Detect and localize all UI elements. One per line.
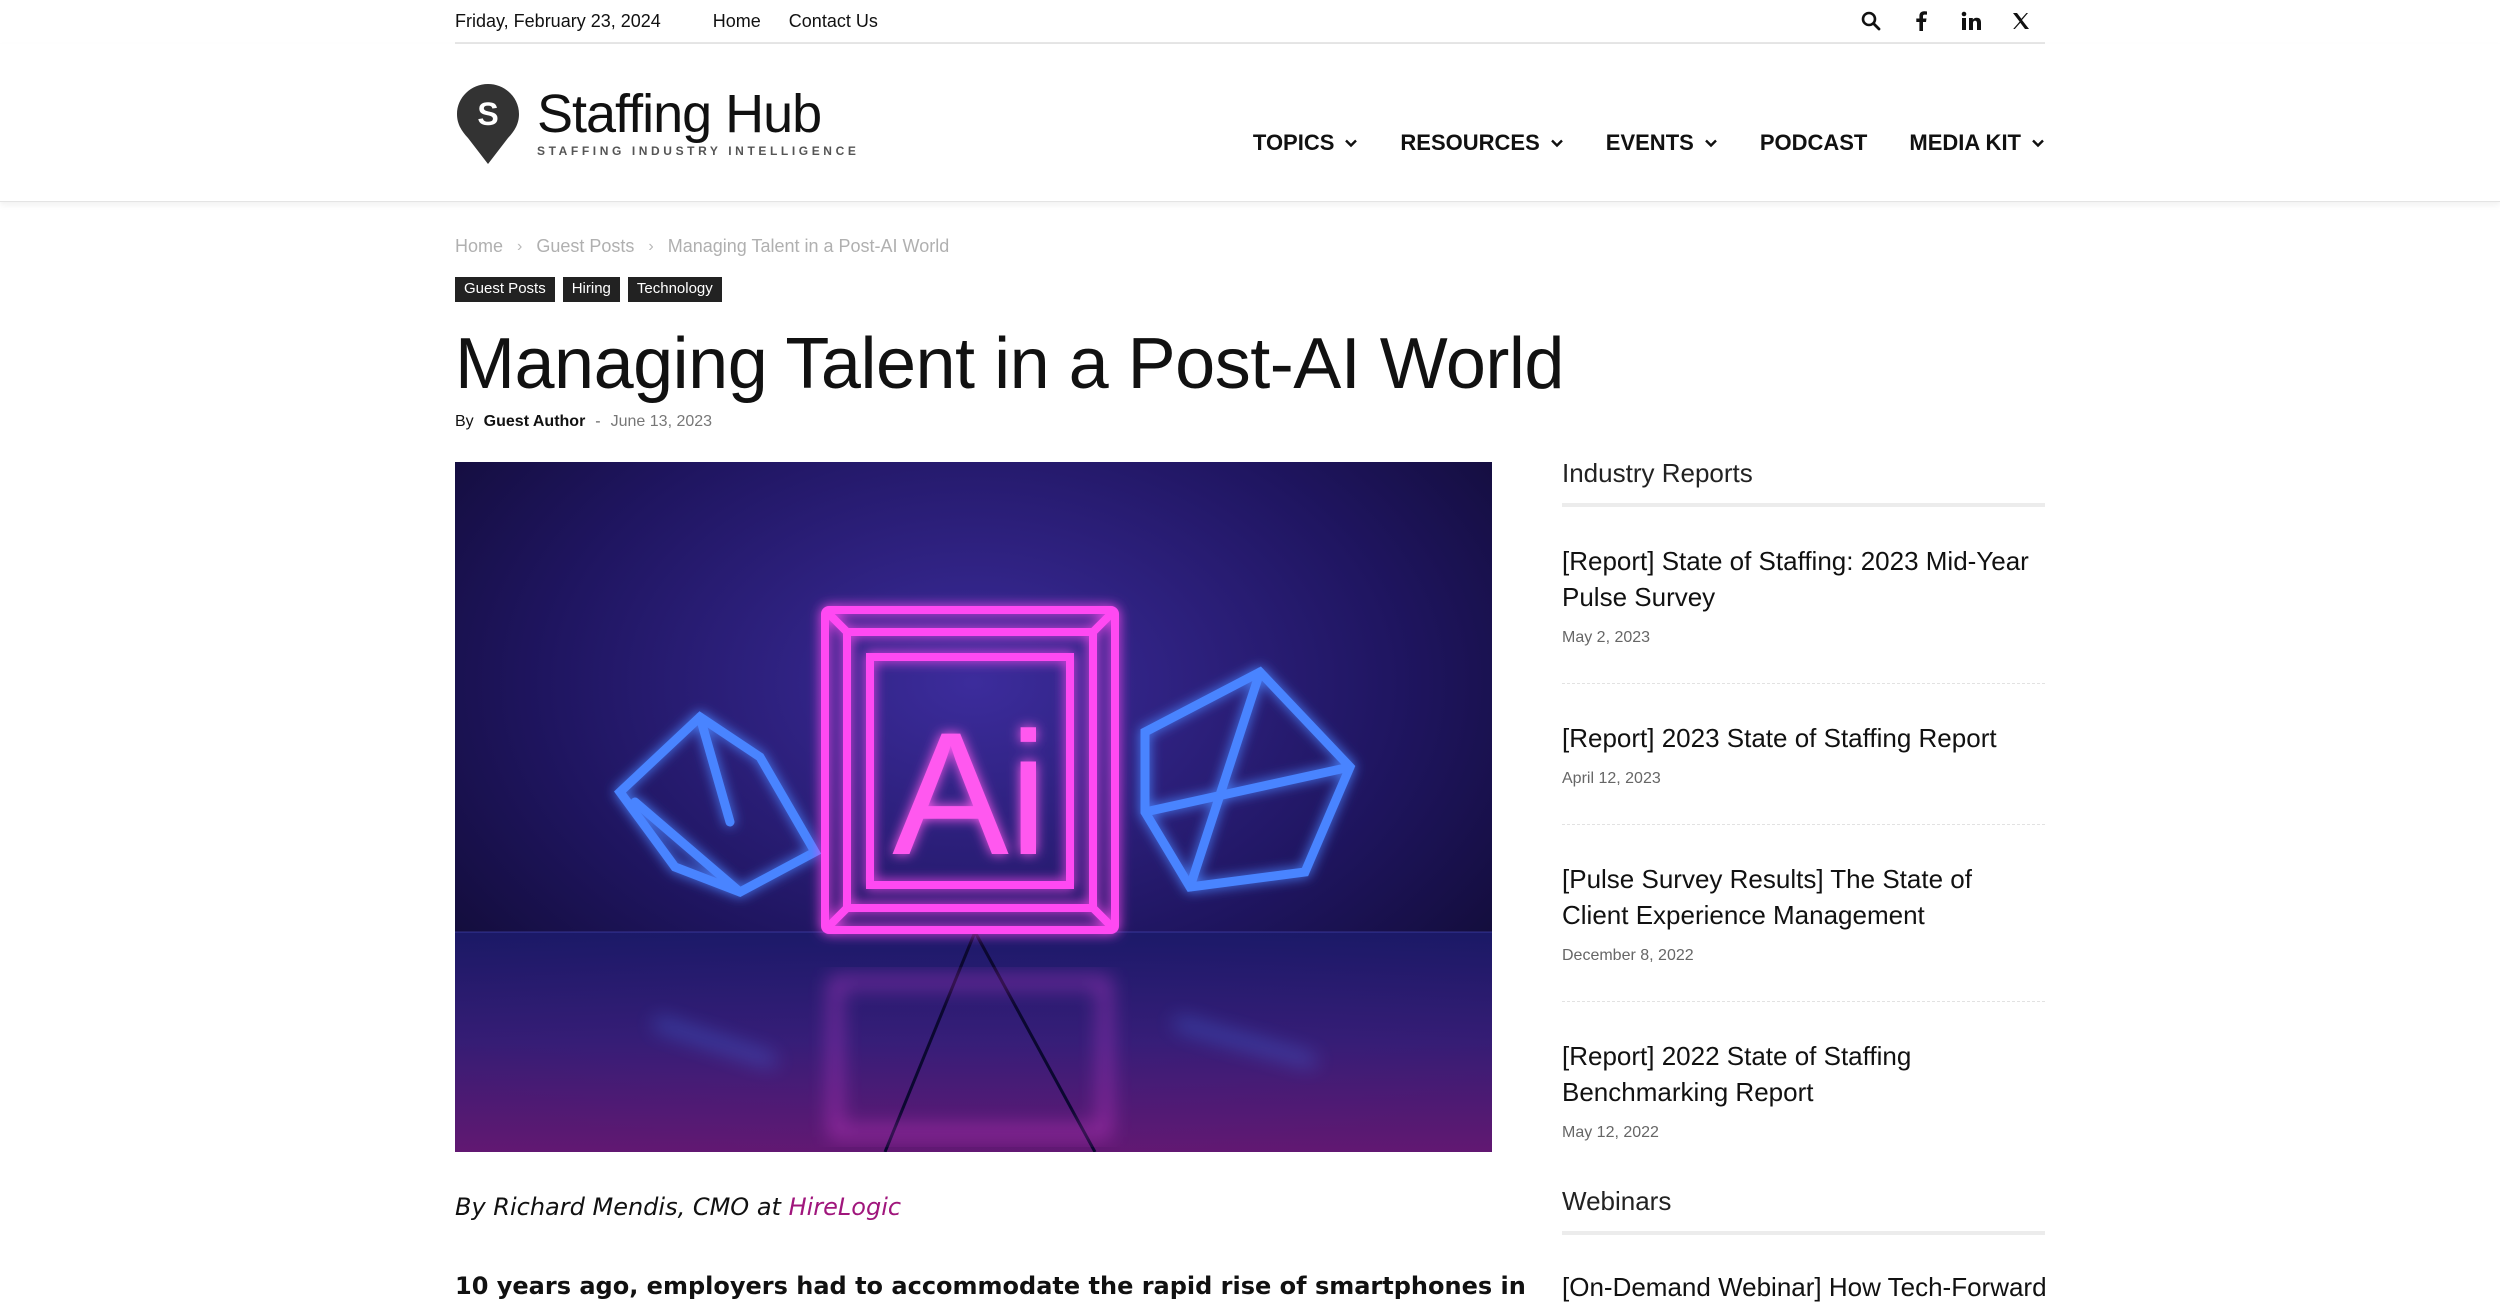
report-item[interactable]: [Report] 2022 State of Staffing Benchmar… — [1562, 1002, 2045, 1178]
search-icon[interactable] — [1859, 9, 1883, 33]
webinars-heading: Webinars — [1562, 1186, 2045, 1235]
tag-hiring[interactable]: Hiring — [562, 277, 620, 302]
site-header: S Staffing Hub STAFFING INDUSTRY INTELLI… — [0, 44, 2500, 202]
article-paragraph: 10 years ago, employers had to accommoda… — [455, 1272, 1526, 1300]
linkedin-icon[interactable] — [1959, 9, 1983, 33]
breadcrumb-current: Managing Talent in a Post-AI World — [667, 236, 950, 256]
chevron-down-icon — [1345, 139, 1358, 148]
hero-ai-text: Ai — [892, 697, 1048, 892]
hero-image: Ai — [455, 462, 1492, 1152]
report-item[interactable]: [Report] State of Staffing: 2023 Mid-Yea… — [1562, 507, 2045, 684]
report-title[interactable]: [Pulse Survey Results] The State of Clie… — [1562, 861, 2045, 933]
nav-resources[interactable]: RESOURCES — [1400, 130, 1563, 156]
report-date: May 12, 2022 — [1562, 1124, 1659, 1141]
byline-author[interactable]: Guest Author — [484, 413, 586, 431]
webinar-title[interactable]: [On-Demand Webinar] How Tech-Forward — [1562, 1269, 2047, 1305]
byline-by: By — [455, 413, 474, 430]
site-logo[interactable]: S Staffing Hub STAFFING INDUSTRY INTELLI… — [455, 82, 859, 166]
tag-guest-posts[interactable]: Guest Posts — [455, 277, 555, 302]
breadcrumb-separator-icon: › — [648, 237, 654, 255]
breadcrumb-home[interactable]: Home — [455, 236, 503, 257]
current-date: Friday, February 23, 2024 — [455, 10, 661, 31]
report-item[interactable]: [Pulse Survey Results] The State of Clie… — [1562, 825, 2045, 1002]
report-title[interactable]: [Report] State of Staffing: 2023 Mid-Yea… — [1562, 543, 2045, 615]
logo-name: Staffing Hub — [537, 84, 822, 144]
sidebar-webinars: Webinars [On-Demand Webinar] How Tech-Fo… — [1562, 1186, 2047, 1305]
publish-date: June 13, 2023 — [610, 413, 713, 430]
breadcrumb: Home › Guest Posts › Managing Talent in … — [455, 236, 949, 257]
top-bar: Friday, February 23, 2024 Home Contact U… — [455, 0, 2045, 44]
top-link-contact[interactable]: Contact Us — [789, 11, 878, 32]
nav-media-kit[interactable]: MEDIA KIT — [1909, 130, 2045, 156]
nav-topics[interactable]: TOPICS — [1253, 130, 1359, 156]
byline-dash: - — [595, 413, 601, 430]
nav-podcast[interactable]: PODCAST — [1760, 130, 1868, 156]
breadcrumb-guest-posts[interactable]: Guest Posts — [536, 236, 634, 257]
article-title: Managing Talent in a Post-AI World — [455, 324, 1564, 404]
category-tags: Guest Posts Hiring Technology — [455, 277, 722, 302]
facebook-icon[interactable] — [1909, 9, 1933, 33]
report-date: April 12, 2023 — [1562, 770, 1661, 787]
logo-pin-icon: S — [457, 84, 519, 164]
chevron-down-icon — [1550, 139, 1563, 148]
logo-tagline: STAFFING INDUSTRY INTELLIGENCE — [537, 144, 860, 158]
breadcrumb-separator-icon: › — [517, 237, 523, 255]
main-nav: TOPICS RESOURCES EVENTS PODCAST MEDIA KI… — [1253, 130, 2045, 156]
byline: By Guest Author - June 13, 2023 — [455, 413, 712, 431]
social-icons — [1859, 9, 2045, 33]
report-date: December 8, 2022 — [1562, 947, 1694, 964]
report-item[interactable]: [Report] 2023 State of Staffing Report A… — [1562, 684, 2045, 825]
tag-technology[interactable]: Technology — [627, 277, 722, 302]
chevron-down-icon — [2032, 139, 2044, 148]
report-title[interactable]: [Report] 2022 State of Staffing Benchmar… — [1562, 1038, 2045, 1110]
nav-events[interactable]: EVENTS — [1606, 130, 1718, 156]
sidebar-industry-reports: Industry Reports [Report] State of Staff… — [1562, 458, 2045, 1178]
article-lede: By Richard Mendis, CMO at HireLogic — [455, 1193, 901, 1221]
top-links: Home Contact Us — [713, 11, 878, 32]
chevron-down-icon — [1704, 139, 1717, 148]
lede-prefix: By Richard Mendis, CMO at — [455, 1193, 789, 1221]
report-title[interactable]: [Report] 2023 State of Staffing Report — [1562, 720, 2045, 756]
top-link-home[interactable]: Home — [713, 11, 761, 32]
report-date: May 2, 2023 — [1562, 629, 1651, 646]
svg-text:S: S — [477, 96, 498, 132]
x-icon[interactable] — [2009, 9, 2033, 33]
industry-reports-heading: Industry Reports — [1562, 458, 2045, 507]
hirelogic-link[interactable]: HireLogic — [789, 1193, 902, 1221]
